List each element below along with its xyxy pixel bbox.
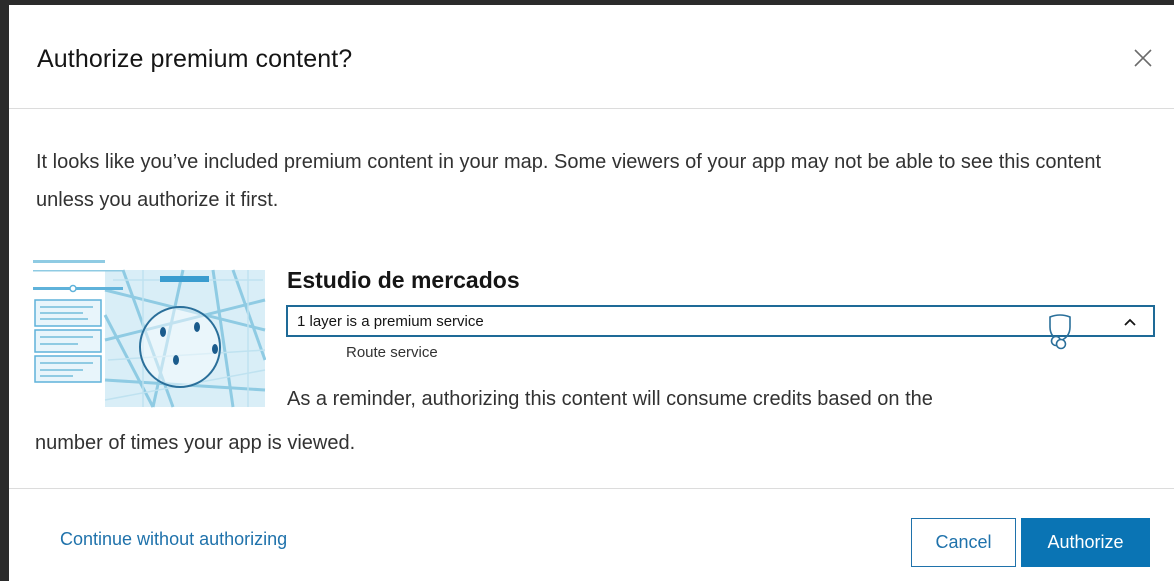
chevron-up-icon[interactable] (1123, 315, 1137, 327)
dialog-title: Authorize premium content? (37, 45, 353, 73)
layer-item-route-service: Route service (346, 344, 438, 361)
close-icon[interactable] (1132, 47, 1154, 69)
intro-text: It looks like you’ve included premium co… (36, 151, 1101, 211)
authorize-dialog: Authorize premium content? It looks like… (9, 5, 1174, 581)
cancel-button[interactable]: Cancel (911, 518, 1016, 567)
map-illustration (33, 260, 267, 408)
dialog-footer: Continue without authorizing Cancel Auth… (9, 488, 1174, 581)
reminder-text-line1: As a reminder, authorizing this content … (287, 388, 933, 410)
reminder-text-line2: number of times your app is viewed. (35, 432, 356, 454)
accordion-label: 1 layer is a premium service (297, 313, 484, 330)
item-title: Estudio de mercados (287, 267, 520, 293)
authorize-button[interactable]: Authorize (1021, 518, 1150, 567)
premium-shield-icon (1042, 311, 1082, 351)
dialog-header: Authorize premium content? (9, 5, 1174, 109)
continue-without-authorizing-link[interactable]: Continue without authorizing (60, 529, 287, 550)
premium-layers-accordion[interactable]: 1 layer is a premium service (286, 305, 1155, 350)
